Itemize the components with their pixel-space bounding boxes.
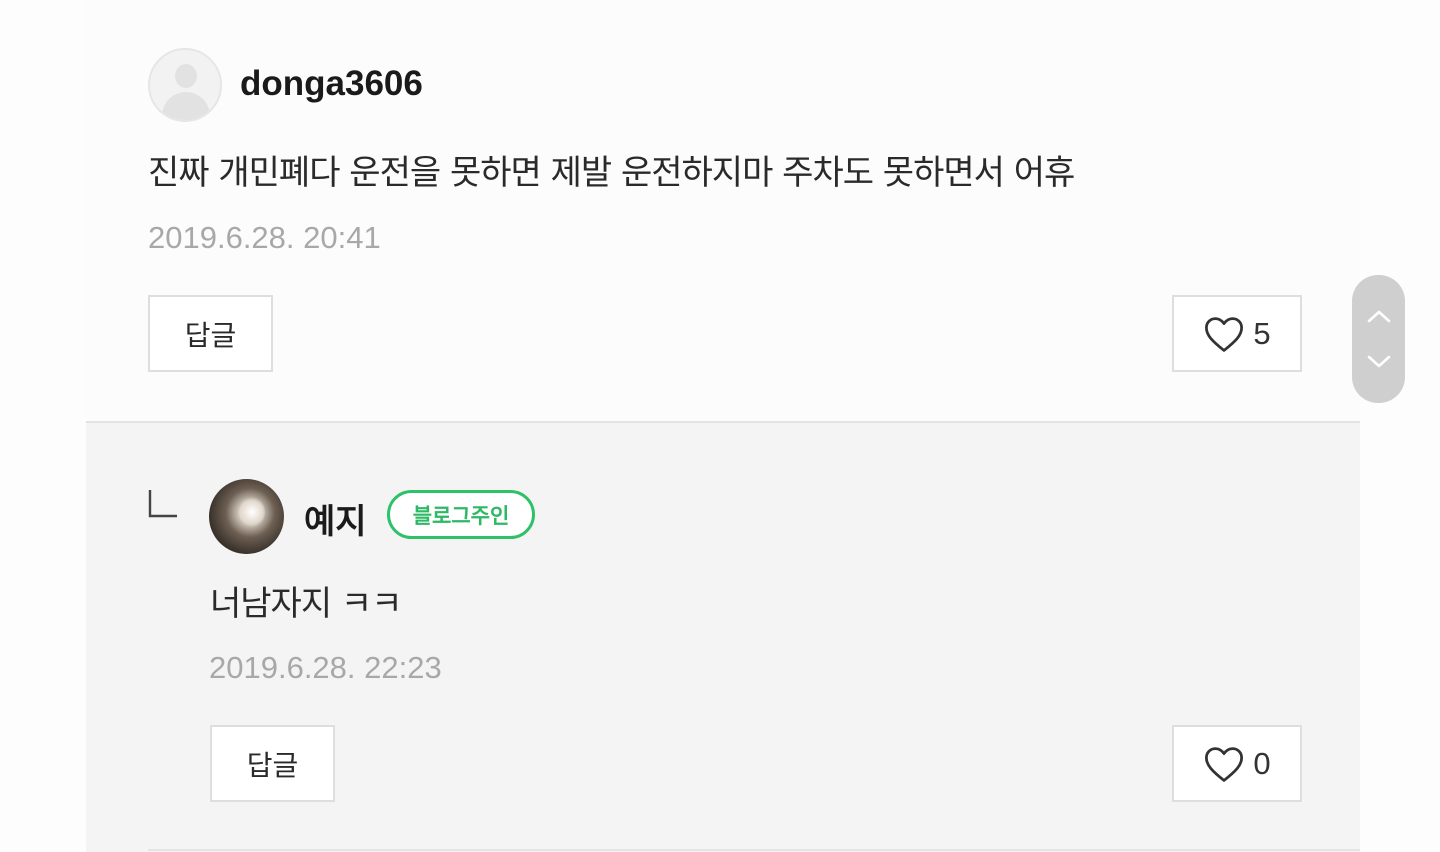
chevron-up-icon[interactable] bbox=[1352, 291, 1405, 341]
reply-bottom-divider bbox=[148, 849, 1360, 851]
reply-text: 너남자지 ㅋㅋ bbox=[210, 584, 402, 624]
blog-owner-badge: 블로그주인 bbox=[387, 490, 535, 539]
reply-button[interactable]: 답글 bbox=[148, 295, 273, 372]
comment-username[interactable]: donga3606 bbox=[240, 64, 423, 104]
comment-section: donga3606 진짜 개민폐다 운전을 못하면 제발 운전하지마 주차도 못… bbox=[0, 0, 1440, 852]
reply-timestamp: 2019.6.28. 22:23 bbox=[209, 650, 442, 685]
like-count: 0 bbox=[1253, 745, 1271, 781]
reply-username[interactable]: 예지 bbox=[304, 494, 367, 543]
avatar-body-shape bbox=[162, 92, 210, 120]
default-avatar-icon[interactable] bbox=[148, 48, 222, 122]
heart-outline-icon bbox=[1203, 315, 1245, 353]
avatar-photo-highlight bbox=[239, 497, 265, 527]
avatar-head-shape bbox=[175, 64, 197, 88]
heart-outline-icon bbox=[1203, 745, 1245, 783]
reply-button-label: 답글 bbox=[246, 748, 299, 782]
like-button[interactable]: 0 bbox=[1172, 725, 1302, 802]
reply-button-label: 답글 bbox=[184, 318, 237, 352]
comment-text: 진짜 개민폐다 운전을 못하면 제발 운전하지마 주차도 못하면서 어휴 bbox=[148, 153, 1075, 193]
chevron-down-icon[interactable] bbox=[1352, 337, 1405, 387]
reply-button[interactable]: 답글 bbox=[210, 725, 335, 802]
profile-photo-avatar[interactable] bbox=[209, 479, 284, 554]
comment-timestamp: 2019.6.28. 20:41 bbox=[148, 220, 381, 255]
like-button[interactable]: 5 bbox=[1172, 295, 1302, 372]
like-count: 5 bbox=[1253, 315, 1271, 351]
reply-corner-icon bbox=[147, 488, 177, 518]
scroll-navigation bbox=[1352, 275, 1405, 403]
